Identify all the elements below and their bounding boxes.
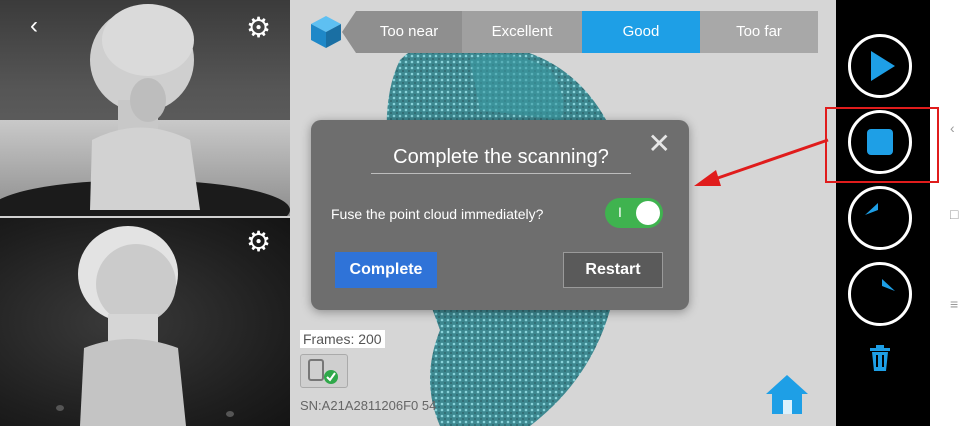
- edge-menu-icon: ≡: [950, 296, 959, 312]
- scanner-app: ‹ ⚙ ⚙ Too near Excellent Good Too far Fr…: [0, 0, 960, 426]
- highlight-arrow: [694, 138, 829, 186]
- edge-chevron-icon: ‹: [950, 120, 955, 136]
- edge-square-icon: □: [950, 206, 959, 222]
